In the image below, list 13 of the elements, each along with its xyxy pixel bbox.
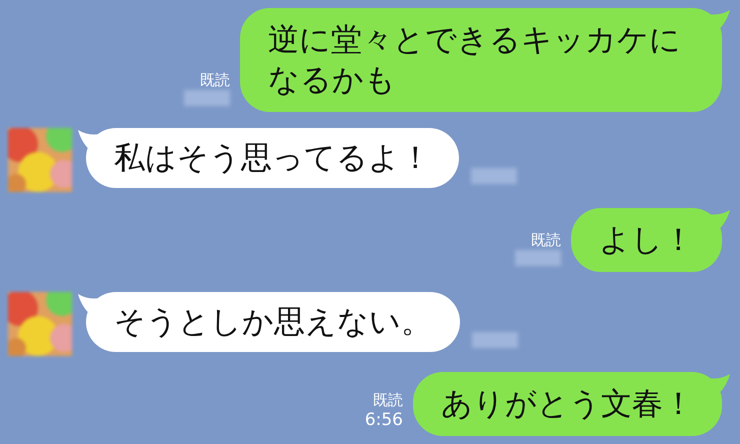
blurred-timestamp bbox=[471, 168, 517, 184]
blurred-timestamp bbox=[515, 250, 561, 266]
read-receipt: 既読 bbox=[200, 70, 230, 90]
message-bubble: ありがとう文春！ bbox=[413, 372, 722, 436]
read-receipt: 既読 bbox=[373, 390, 403, 410]
blurred-timestamp bbox=[472, 332, 518, 348]
timestamp: 6:56 bbox=[364, 410, 403, 430]
blurred-timestamp bbox=[184, 90, 230, 106]
message-bubble: 私はそう思ってるよ！ bbox=[86, 128, 459, 188]
read-receipt: 既読 bbox=[531, 230, 561, 250]
message-bubble: 逆に堂々とできるキッカケになるかも bbox=[240, 8, 722, 112]
message-bubble: そうとしか思えない。 bbox=[86, 292, 460, 352]
message-bubble: よし！ bbox=[571, 208, 722, 272]
